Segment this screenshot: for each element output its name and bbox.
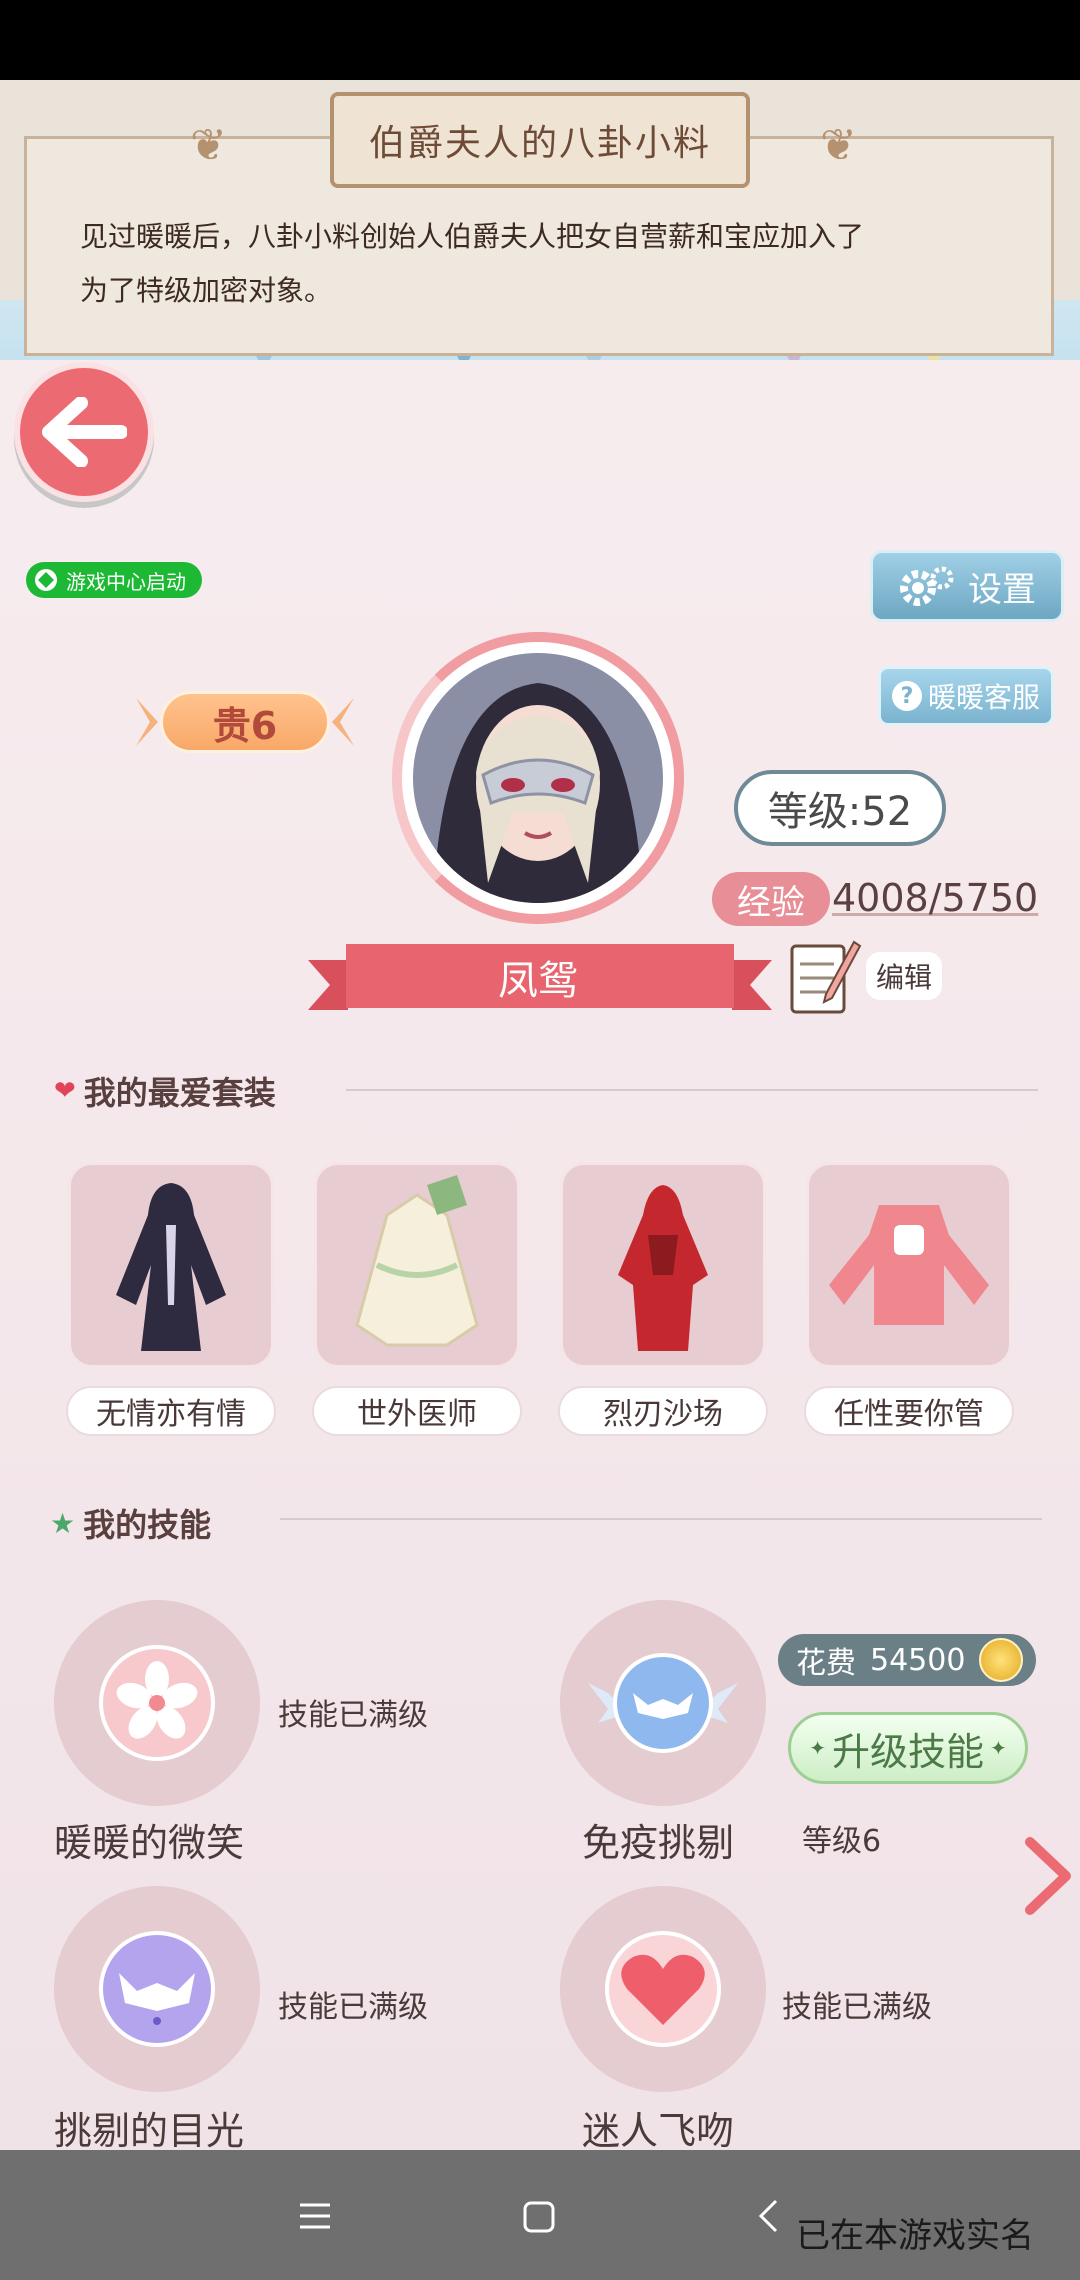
section-divider	[280, 1518, 1042, 1520]
banner-title-plaque: 伯爵夫人的八卦小料	[330, 92, 750, 188]
skill-status: 技能已满级	[278, 1698, 428, 1733]
back-nav-icon[interactable]	[756, 2198, 780, 2234]
chevron-right-icon[interactable]	[1020, 1836, 1076, 1916]
sparkle-icon: ✦	[990, 1736, 1007, 1760]
skill-status: 技能已满级	[278, 1990, 428, 2025]
exp-label: 经验	[712, 872, 830, 926]
avatar	[413, 653, 663, 903]
ornament-icon: ❦	[190, 120, 227, 171]
section-divider	[346, 1089, 1038, 1091]
outfit-card[interactable]	[560, 1162, 766, 1368]
game-center-label: 游戏中心启动	[66, 569, 186, 594]
skill-name: 暖暖的微笑	[54, 1821, 245, 1865]
news-banner[interactable]: ❦ ❦ 伯爵夫人的八卦小料 见过暖暖后，八卦小料创始人伯爵夫人把女自营薪和宝应加…	[0, 80, 1080, 360]
outfit-label: 烈刃沙场	[558, 1386, 768, 1436]
menu-icon[interactable]	[298, 2202, 332, 2230]
skill-status: 技能已满级	[782, 1990, 932, 2025]
skill-icon-button[interactable]	[560, 1600, 766, 1806]
support-label: 暖暖客服	[927, 681, 1040, 714]
skill-status: 等级6	[802, 1824, 882, 1859]
vip-badge[interactable]: 贵6	[130, 680, 360, 764]
edit-pencil-icon	[790, 940, 862, 1014]
outfit-card[interactable]	[68, 1162, 274, 1368]
heart-icon: ❤	[54, 1076, 76, 1106]
outfit-red-armor-icon	[618, 1185, 708, 1351]
favorites-title: 我的最爱套装	[83, 1074, 276, 1112]
favorites-header: ❤ 我的最爱套装	[54, 1068, 276, 1114]
question-icon: ?	[891, 681, 922, 711]
ornament-icon: ❦	[820, 120, 857, 171]
gear-icon	[900, 566, 954, 606]
sparkle-icon: ✦	[809, 1736, 826, 1760]
outfit-label: 任性要你管	[804, 1386, 1014, 1436]
arrow-left-icon	[42, 397, 127, 467]
skill-name: 免疫挑剔	[582, 1821, 735, 1865]
banner-text-line: 为了特级加密对象。	[80, 274, 333, 307]
level-display: 等级:52	[734, 770, 946, 846]
upgrade-skill-button[interactable]: ✦ 升级技能 ✦	[788, 1712, 1028, 1784]
skill-name: 挑剔的目光	[54, 2109, 245, 2153]
settings-label: 设置	[968, 569, 1036, 610]
skills-header: ★ 我的技能	[50, 1500, 211, 1546]
player-name: 凤鸳	[498, 958, 578, 1004]
outfit-white-robe-icon	[355, 1175, 479, 1347]
outfit-card[interactable]	[314, 1162, 520, 1368]
banner-title: 伯爵夫人的八卦小料	[368, 123, 711, 164]
vip-wings-icon	[136, 698, 354, 746]
support-button[interactable]: ? 暖暖客服	[878, 666, 1054, 726]
outfit-dark-gown-icon	[116, 1183, 226, 1351]
sakura-icon	[99, 1645, 215, 1761]
gold-coin-icon	[979, 1638, 1024, 1682]
game-center-badge[interactable]: 游戏中心启动	[26, 562, 202, 598]
outfit-label: 无情亦有情	[66, 1386, 276, 1436]
winged-mask-icon	[588, 1653, 738, 1753]
upgrade-cost: 花费 54500	[778, 1634, 1036, 1686]
edit-button[interactable]: 编辑	[786, 930, 946, 1022]
edit-label: 编辑	[866, 952, 943, 1000]
avatar-frame[interactable]	[392, 632, 684, 924]
mask-icon	[99, 1931, 215, 2047]
banner-text: 见过暖暖后，八卦小料创始人伯爵夫人把女自营薪和宝应加入了 为了特级加密对象。	[80, 210, 1020, 318]
settings-button[interactable]: 设置	[870, 550, 1064, 622]
outfit-label: 世外医师	[312, 1386, 522, 1436]
home-icon[interactable]	[522, 2200, 556, 2234]
status-bar	[0, 0, 1080, 80]
upgrade-label: 升级技能	[831, 1729, 984, 1774]
skill-name: 迷人飞吻	[582, 2109, 735, 2153]
realname-notice: 已在本游戏实名	[796, 2216, 1034, 2256]
star-icon: ★	[50, 1506, 76, 1540]
skill-icon-button[interactable]	[560, 1886, 766, 2092]
outfit-card[interactable]	[806, 1162, 1012, 1368]
exp-value: 4008/5750	[832, 876, 1039, 920]
cost-label: 花费	[796, 1646, 856, 1681]
cost-value: 54500	[870, 1642, 966, 1678]
skill-icon-button[interactable]	[54, 1600, 260, 1806]
banner-text-line: 见过暖暖后，八卦小料创始人伯爵夫人把女自营薪和宝应加入了	[80, 220, 865, 253]
skill-icon-button[interactable]	[54, 1886, 260, 2092]
skills-title: 我的技能	[83, 1506, 212, 1544]
game-center-icon	[35, 569, 57, 591]
heart-icon	[605, 1931, 721, 2047]
back-button[interactable]	[14, 362, 154, 502]
outfit-pink-top-icon	[829, 1205, 989, 1325]
